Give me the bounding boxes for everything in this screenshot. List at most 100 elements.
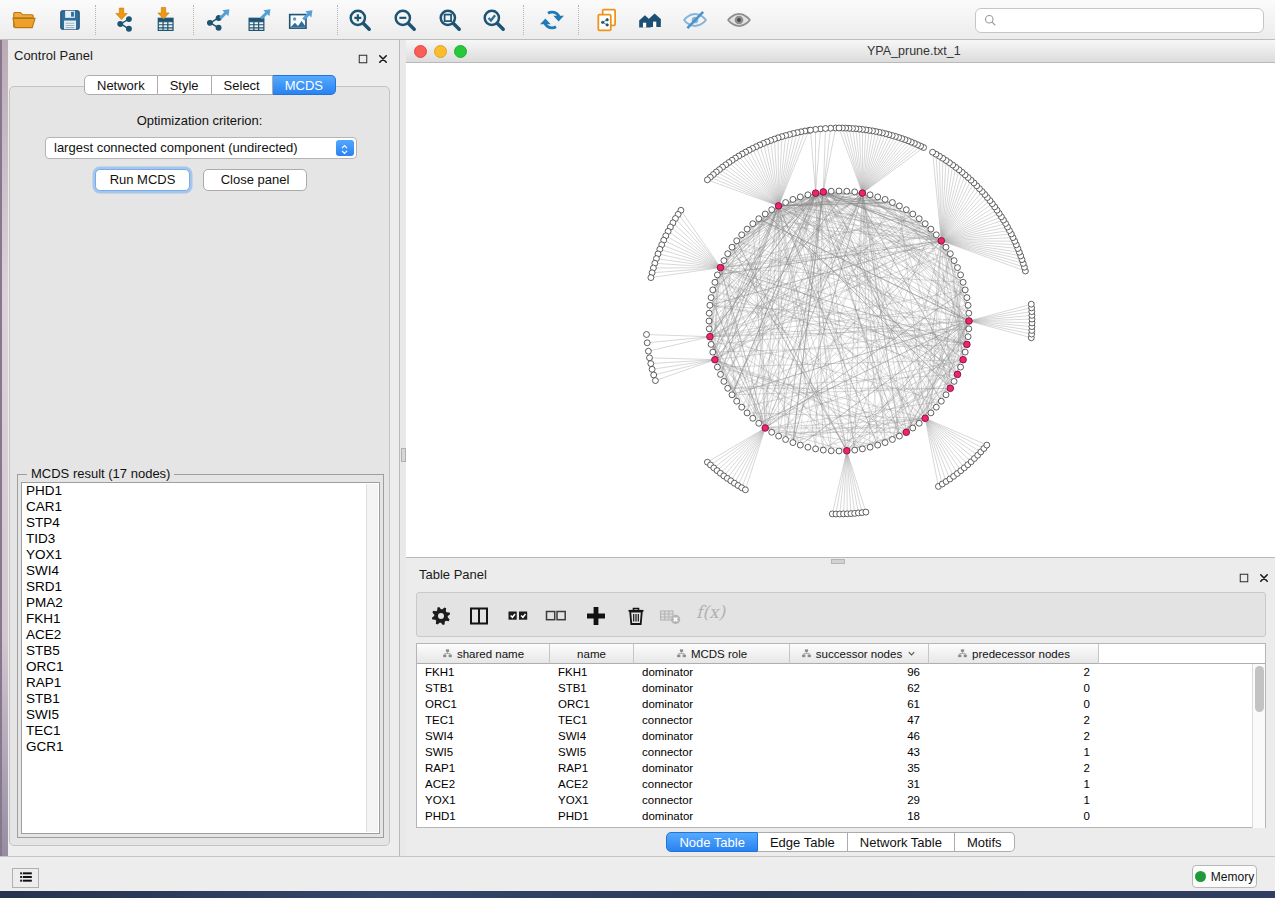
table-toolbar: f(x) (416, 592, 1266, 637)
zoom-out-button[interactable] (392, 7, 418, 33)
tree-icon (957, 648, 968, 659)
run-mcds-button[interactable]: Run MCDS (95, 169, 190, 191)
export-table-button[interactable] (245, 7, 271, 33)
table-header: shared name name MCDS role successor nodes p… (417, 644, 1265, 664)
split-panel-button[interactable] (467, 604, 491, 628)
export-network-button[interactable] (204, 7, 230, 33)
search-box[interactable] (975, 8, 1264, 33)
tree-icon (801, 648, 812, 659)
mcds-result-item[interactable]: GCR1 (22, 739, 379, 755)
mcds-result-item[interactable]: PHD1 (22, 483, 379, 499)
gear-button[interactable] (429, 604, 453, 628)
table-row[interactable]: STB1STB1dominator620 (417, 680, 1265, 696)
network-canvas[interactable] (406, 63, 1275, 558)
cell-shared-name: PHD1 (417, 808, 550, 824)
mcds-result-item[interactable]: FKH1 (22, 611, 379, 627)
window-zoom-light[interactable] (454, 45, 467, 58)
table-row[interactable]: PHD1PHD1dominator180 (417, 808, 1265, 824)
control-panel-tab-select[interactable]: Select (212, 75, 273, 95)
cell-shared-name: ORC1 (417, 696, 550, 712)
column-label: name (577, 648, 606, 660)
control-panel-tab-network[interactable]: Network (84, 75, 158, 95)
cell-MCDS-role: dominator (634, 760, 790, 776)
table-row[interactable]: SWI5SWI5connector431 (417, 744, 1265, 760)
table-row[interactable]: FKH1FKH1dominator962 (417, 664, 1265, 680)
float-icon[interactable] (357, 51, 369, 63)
table-row[interactable]: SWI4SWI4dominator462 (417, 728, 1265, 744)
zoom-in-icon (347, 7, 373, 33)
float-icon[interactable] (1238, 570, 1250, 582)
close-icon[interactable] (377, 51, 389, 63)
refresh-button[interactable] (539, 7, 565, 33)
criterion-select[interactable]: largest connected component (undirected) (45, 137, 357, 159)
vertical-splitter[interactable] (399, 40, 406, 856)
column-header-MCDS-role[interactable]: MCDS role (634, 644, 790, 664)
select-all-button[interactable] (506, 604, 530, 628)
cell-MCDS-role: dominator (634, 696, 790, 712)
mcds-result-item[interactable]: SWI4 (22, 563, 379, 579)
home-button[interactable] (637, 7, 663, 33)
open-file-button[interactable] (11, 7, 37, 33)
control-panel-tab-style[interactable]: Style (158, 75, 212, 95)
add-column-button[interactable] (584, 604, 608, 628)
control-panel-tabs: NetworkStyleSelectMCDS (84, 75, 336, 95)
close-panel-button[interactable]: Close panel (203, 169, 307, 191)
zoom-selected-button[interactable] (481, 7, 507, 33)
column-header-name[interactable]: name (550, 644, 634, 664)
task-history-button[interactable] (12, 868, 39, 888)
memory-button[interactable]: Memory (1192, 865, 1257, 888)
import-network-button[interactable] (110, 7, 136, 33)
mcds-result-item[interactable]: ACE2 (22, 627, 379, 643)
window-minimize-light[interactable] (434, 45, 447, 58)
cell-predecessor-nodes: 0 (929, 808, 1099, 824)
horizontal-splitter-handle[interactable] (831, 559, 845, 564)
column-header-shared-name[interactable]: shared name (417, 644, 550, 664)
mcds-result-item[interactable]: PMA2 (22, 595, 379, 611)
zoom-in-button[interactable] (347, 7, 373, 33)
save-session-button[interactable] (57, 7, 83, 33)
table-scrollbar-thumb[interactable] (1255, 666, 1264, 712)
mcds-result-item[interactable]: TEC1 (22, 723, 379, 739)
control-panel-tab-mcds[interactable]: MCDS (273, 75, 336, 95)
toolbar-separator (95, 5, 96, 35)
bottom-tab-edge-table[interactable]: Edge Table (758, 832, 848, 852)
zoom-fit-button[interactable] (437, 7, 463, 33)
optimization-criterion-label: Optimization criterion: (10, 113, 389, 128)
table-row[interactable]: TEC1TEC1connector472 (417, 712, 1265, 728)
gear-icon (429, 604, 453, 628)
mcds-result-item[interactable]: STB5 (22, 643, 379, 659)
column-label: successor nodes (816, 648, 902, 660)
mcds-result-item[interactable]: YOX1 (22, 547, 379, 563)
show-eye-button[interactable] (726, 7, 752, 33)
bottom-tab-motifs[interactable]: Motifs (955, 832, 1015, 852)
table-row[interactable]: RAP1RAP1dominator352 (417, 760, 1265, 776)
bottom-tab-network-table[interactable]: Network Table (848, 832, 955, 852)
table-row[interactable]: YOX1YOX1connector291 (417, 792, 1265, 808)
toolbar-separator (337, 5, 338, 35)
mcds-result-item[interactable]: TID3 (22, 531, 379, 547)
mcds-result-item[interactable]: CAR1 (22, 499, 379, 515)
import-table-button[interactable] (152, 7, 178, 33)
deselect-all-button[interactable] (544, 604, 568, 628)
copy-network-button[interactable] (594, 7, 620, 33)
column-header-predecessor-nodes[interactable]: predecessor nodes (929, 644, 1099, 664)
delete-button[interactable] (624, 604, 648, 628)
mcds-result-item[interactable]: STP4 (22, 515, 379, 531)
select-all-icon (506, 604, 530, 628)
bottom-tab-node-table[interactable]: Node Table (666, 832, 758, 852)
table-row[interactable]: ORC1ORC1dominator610 (417, 696, 1265, 712)
mcds-result-item[interactable]: ORC1 (22, 659, 379, 675)
mcds-result-item[interactable]: SRD1 (22, 579, 379, 595)
table-row[interactable]: ACE2ACE2connector311 (417, 776, 1265, 792)
list-scrollbar-track[interactable] (366, 484, 378, 832)
hide-eye-button[interactable] (682, 7, 708, 33)
window-close-light[interactable] (414, 45, 427, 58)
export-image-button[interactable] (287, 7, 313, 33)
mcds-result-item[interactable]: RAP1 (22, 675, 379, 691)
mcds-result-item[interactable]: STB1 (22, 691, 379, 707)
close-icon[interactable] (1258, 570, 1270, 582)
mcds-result-item[interactable]: SWI5 (22, 707, 379, 723)
mcds-result-list[interactable]: PHD1CAR1STP4TID3YOX1SWI4SRD1PMA2FKH1ACE2… (21, 482, 380, 834)
table-scrollbar[interactable] (1252, 664, 1265, 828)
column-header-successor-nodes[interactable]: successor nodes (790, 644, 929, 664)
